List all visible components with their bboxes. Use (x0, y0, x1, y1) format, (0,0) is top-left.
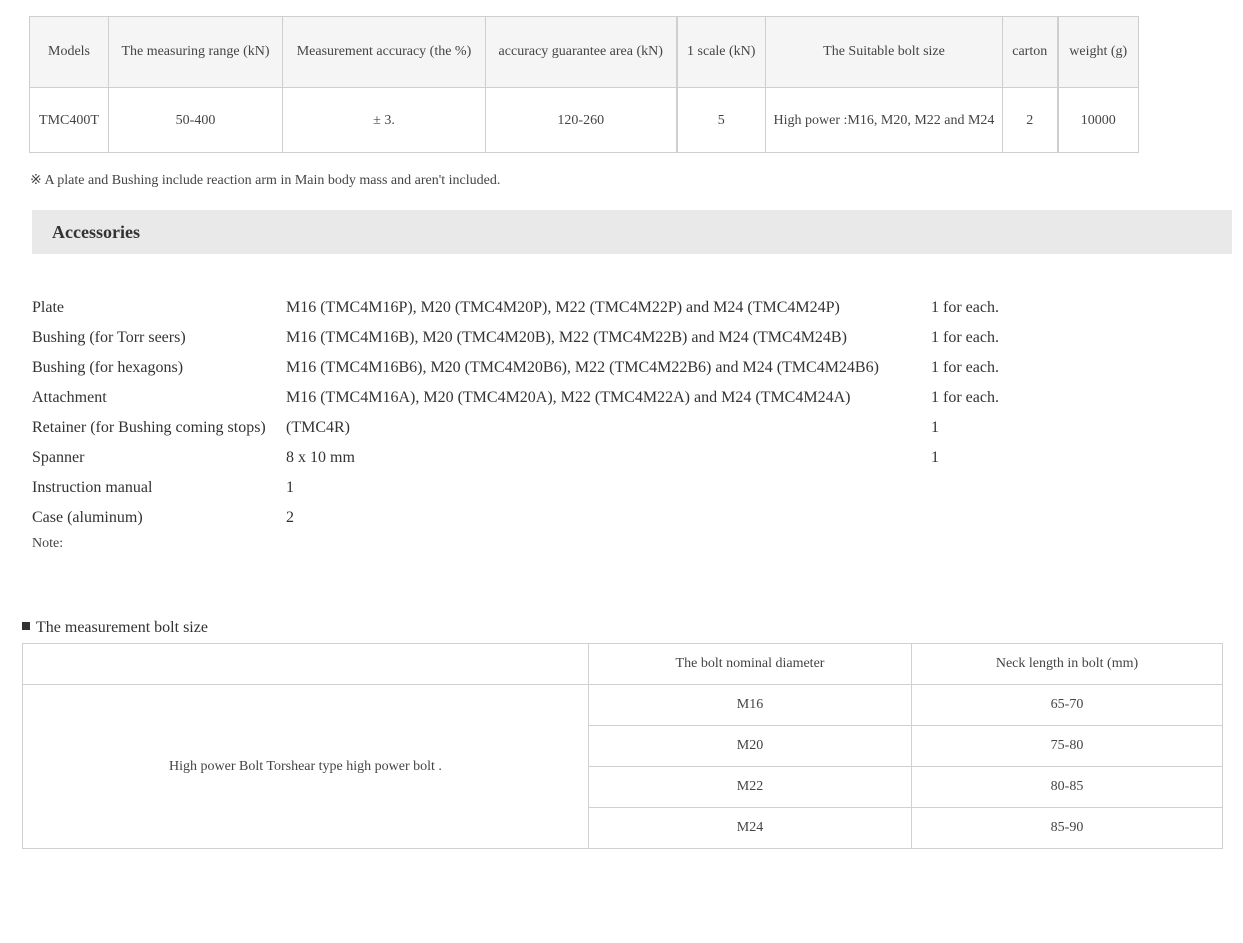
square-bullet-icon (22, 622, 30, 630)
accessory-name: Case (aluminum) (32, 509, 143, 526)
accessory-name: Bushing (for Torr seers) (32, 329, 186, 346)
accessory-qty: 1 for each. (931, 359, 999, 376)
header-measurement-accuracy: Measurement accuracy (the %) (282, 16, 486, 88)
accessory-spec: 1 (286, 479, 294, 496)
accessory-qty: 1 for each. (931, 389, 999, 406)
cell-measuring-range: 50-400 (108, 87, 283, 153)
header-bolt-type (22, 643, 589, 685)
accessory-qty: 1 (931, 449, 939, 466)
cell-bolt-size: High power :M16, M20, M22 and M24 (765, 87, 1003, 153)
cell-diameter: M22 (588, 766, 912, 808)
cell-carton: 2 (1002, 87, 1058, 153)
accessory-spec: M16 (TMC4M16B), M20 (TMC4M20B), M22 (TMC… (286, 329, 847, 346)
cell-guarantee-area: 120-260 (485, 87, 677, 153)
cell-neck-length: 65-70 (911, 684, 1223, 726)
cell-neck-length: 80-85 (911, 766, 1223, 808)
bolt-size-table: The bolt nominal diameter Neck length in… (22, 643, 1223, 849)
cell-neck-length: 85-90 (911, 807, 1223, 849)
accessory-spec: 2 (286, 509, 294, 526)
accessory-name: Attachment (32, 389, 107, 406)
accessory-name: Instruction manual (32, 479, 153, 496)
cell-weight: 10000 (1056, 87, 1139, 153)
accessory-name: Bushing (for hexagons) (32, 359, 184, 376)
header-models: Models (29, 16, 109, 88)
header-measuring-range: The measuring range (kN) (108, 16, 283, 88)
bolt-section-heading: The measurement bolt size (22, 619, 208, 637)
accessory-qty: 1 (931, 419, 939, 436)
cell-diameter: M16 (588, 684, 912, 726)
header-nominal-diameter: The bolt nominal diameter (588, 643, 912, 685)
accessory-spec: (TMC4R) (286, 419, 350, 436)
accessory-name: Retainer (for Bushing coming stops) (32, 419, 266, 436)
accessory-name: Spanner (32, 449, 85, 466)
accessory-spec: M16 (TMC4M16P), M20 (TMC4M20P), M22 (TMC… (286, 299, 840, 316)
table-row: TMC400T 50-400 ± 3. 120-260 5 High power… (29, 87, 1139, 153)
accessory-spec: M16 (TMC4M16A), M20 (TMC4M20A), M22 (TMC… (286, 389, 851, 406)
header-scale: 1 scale (kN) (675, 16, 766, 88)
header-accuracy-guarantee-area: accuracy guarantee area (kN) (485, 16, 677, 88)
mass-note: ※ A plate and Bushing include reaction a… (30, 173, 501, 188)
cell-bolt-type: High power Bolt Torshear type high power… (22, 684, 589, 849)
accessory-spec: M16 (TMC4M16B6), M20 (TMC4M20B6), M22 (T… (286, 359, 879, 376)
bolt-header-row: The bolt nominal diameter Neck length in… (22, 643, 1223, 685)
accessory-qty: 1 for each. (931, 299, 999, 316)
cell-diameter: M20 (588, 725, 912, 767)
accessories-title: Accessories (52, 222, 140, 242)
table-row: High power Bolt Torshear type high power… (22, 684, 1223, 849)
cell-accuracy: ± 3. (282, 87, 486, 153)
header-neck-length: Neck length in bolt (mm) (911, 643, 1223, 685)
accessory-qty: 1 for each. (931, 329, 999, 346)
cell-diameter: M24 (588, 807, 912, 849)
cell-model: TMC400T (29, 87, 109, 153)
accessories-note: Note: (32, 536, 64, 551)
bolt-section-title: The measurement bolt size (36, 619, 208, 636)
cell-neck-length: 75-80 (911, 725, 1223, 767)
header-suitable-bolt-size: The Suitable bolt size (765, 16, 1003, 88)
header-weight: weight (g) (1056, 16, 1139, 88)
spec-table: Models The measuring range (kN) Measurem… (29, 16, 1139, 153)
cell-scale: 5 (675, 87, 766, 153)
header-carton: carton (1002, 16, 1058, 88)
spec-header-row: Models The measuring range (kN) Measurem… (29, 16, 1139, 88)
accessory-spec: 8 x 10 mm (286, 449, 355, 466)
accessories-header-bar: Accessories (32, 210, 1232, 254)
accessory-name: Plate (32, 299, 64, 316)
